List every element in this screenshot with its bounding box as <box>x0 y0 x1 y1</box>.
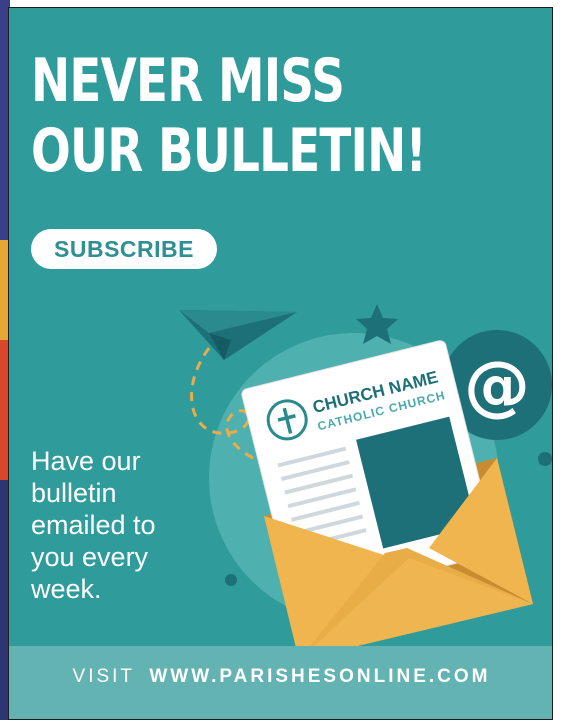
bulletin-ad-banner[interactable]: @ CHURCH NAME CATHOLIC CHURCH NEVER MISS… <box>8 7 553 720</box>
description-line: week. <box>31 574 102 604</box>
headline: NEVER MISS OUR BULLETIN! <box>31 46 427 186</box>
subscribe-button[interactable]: SUBSCRIBE <box>31 229 217 269</box>
headline-line-1: NEVER MISS <box>31 46 345 116</box>
ad-description: Have our bulletin emailed to you every w… <box>31 445 201 605</box>
headline-line-2: OUR BULLETIN! <box>31 116 427 186</box>
footer-bar: VISIT WWW.PARISHESONLINE.COM <box>9 646 552 719</box>
page: @ CHURCH NAME CATHOLIC CHURCH NEVER MISS… <box>0 0 571 720</box>
footer-text: VISIT WWW.PARISHESONLINE.COM <box>9 666 552 688</box>
description-line: Have our <box>31 446 141 476</box>
paper-plane-icon <box>179 310 297 360</box>
description-line: emailed to <box>31 510 156 540</box>
description-line: you every <box>31 542 149 572</box>
website-link[interactable]: WWW.PARISHESONLINE.COM <box>149 666 490 687</box>
visit-label: VISIT <box>72 666 136 687</box>
description-line: bulletin <box>31 478 117 508</box>
svg-text:@: @ <box>464 347 530 424</box>
